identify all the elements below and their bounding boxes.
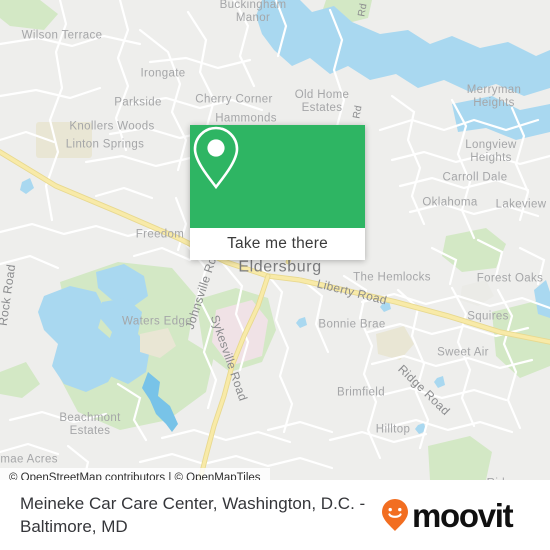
moovit-pin-smiley-icon: [382, 499, 408, 531]
card-green-panel: [190, 125, 365, 228]
map-share-card: Buckingham Manor Wilson Terrace Irongate …: [0, 0, 550, 550]
take-me-there-label: Take me there: [227, 235, 328, 252]
page-title: Meineke Car Care Center, Washington, D.C…: [20, 494, 366, 536]
moovit-wordmark: moovit: [412, 496, 514, 534]
map-attribution: © OpenStreetMap contributors | © OpenMap…: [0, 468, 270, 480]
take-me-there-button[interactable]: Take me there: [190, 228, 365, 260]
attribution-text: © OpenStreetMap contributors | © OpenMap…: [9, 471, 261, 481]
take-me-there-card[interactable]: Take me there: [190, 125, 365, 260]
moovit-logo: moovit: [380, 496, 514, 534]
map-pin-icon: [193, 126, 239, 190]
map-canvas[interactable]: Buckingham Manor Wilson Terrace Irongate …: [0, 0, 550, 480]
footer-bar: Meineke Car Care Center, Washington, D.C…: [0, 480, 550, 550]
